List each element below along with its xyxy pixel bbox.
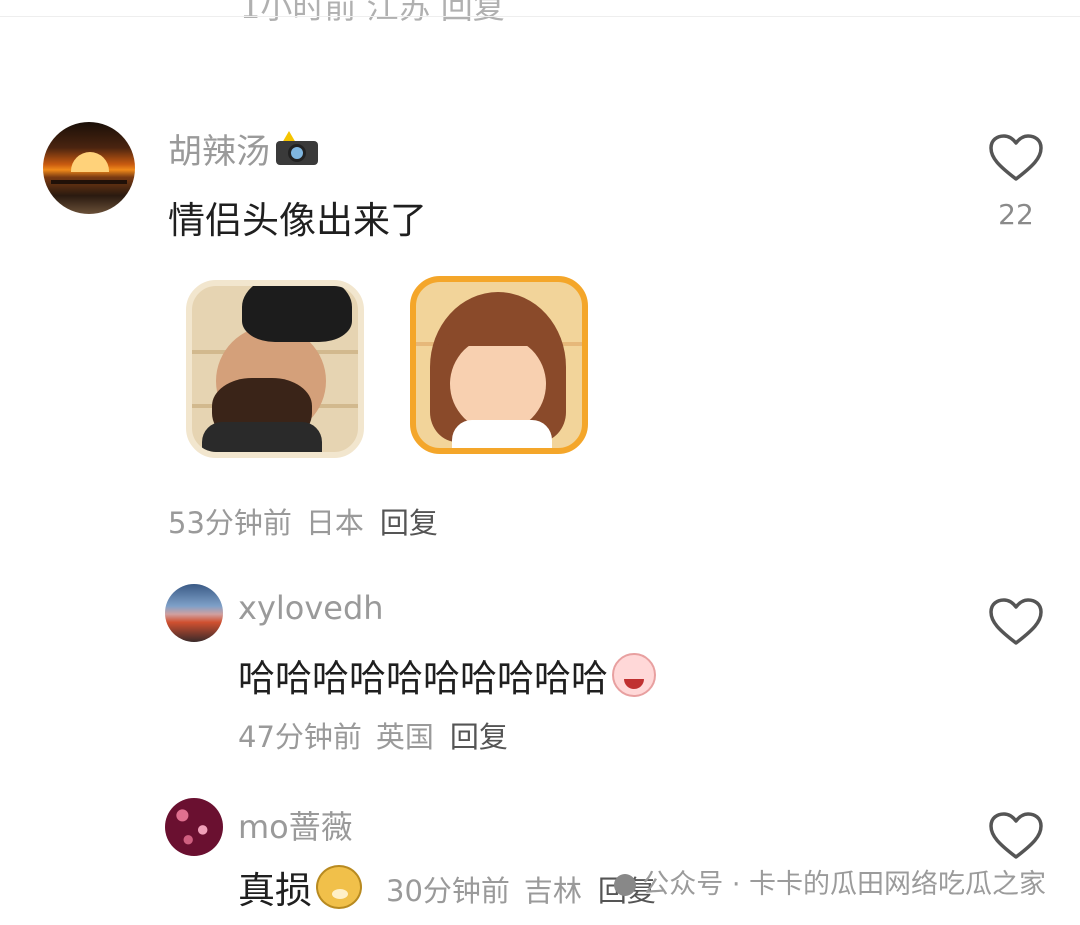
comment-meta: 53分钟前 日本 回复 <box>168 500 438 542</box>
comment-text-content: 哈哈哈哈哈哈哈哈哈哈 <box>238 657 608 700</box>
wechat-icon <box>614 874 637 896</box>
comment-username[interactable]: xylovedh <box>238 589 384 627</box>
comment-username[interactable]: mo蔷薇 <box>238 802 353 848</box>
heart-icon[interactable] <box>989 134 1043 182</box>
like-count: 22 <box>998 198 1034 231</box>
crying-laughing-icon <box>612 653 656 697</box>
previous-comment-meta: 1小时前 江苏 回复 <box>240 0 505 26</box>
camera-flash-icon <box>274 131 320 167</box>
heart-icon[interactable] <box>989 598 1043 646</box>
comment-location: 吉林 <box>523 874 582 908</box>
comment-time: 53分钟前 <box>168 506 292 540</box>
comment-text: 哈哈哈哈哈哈哈哈哈哈 <box>238 648 656 702</box>
dog-face-icon <box>316 865 362 909</box>
comment-username[interactable]: 胡辣汤 <box>168 124 320 173</box>
avatar[interactable] <box>165 584 223 642</box>
comment-text: 情侣头像出来了 <box>168 199 427 242</box>
username-text: 胡辣汤 <box>168 132 270 172</box>
comment-meta: 47分钟前 英国 回复 <box>238 714 508 756</box>
heart-icon[interactable] <box>989 812 1043 860</box>
divider <box>0 16 1080 17</box>
reply-button[interactable]: 回复 <box>380 506 438 540</box>
avatar[interactable] <box>165 798 223 856</box>
reply-button[interactable]: 回复 <box>450 720 508 754</box>
watermark-text: 公众号 · 卡卡的瓜田网络吃瓜之家 <box>642 869 1046 900</box>
avatar[interactable] <box>43 122 135 214</box>
comment-location: 日本 <box>305 506 364 540</box>
comment-text-content: 真损 <box>238 869 312 912</box>
watermark: 公众号 · 卡卡的瓜田网络吃瓜之家 <box>614 862 1046 901</box>
comment-location: 英国 <box>375 720 434 754</box>
girl-avatar-sticker[interactable] <box>410 276 588 454</box>
comment-time: 47分钟前 <box>238 720 362 754</box>
man-avatar-sticker[interactable] <box>186 280 364 458</box>
comment-time: 30分钟前 <box>386 874 510 908</box>
comment-text: 真损 <box>238 860 362 914</box>
